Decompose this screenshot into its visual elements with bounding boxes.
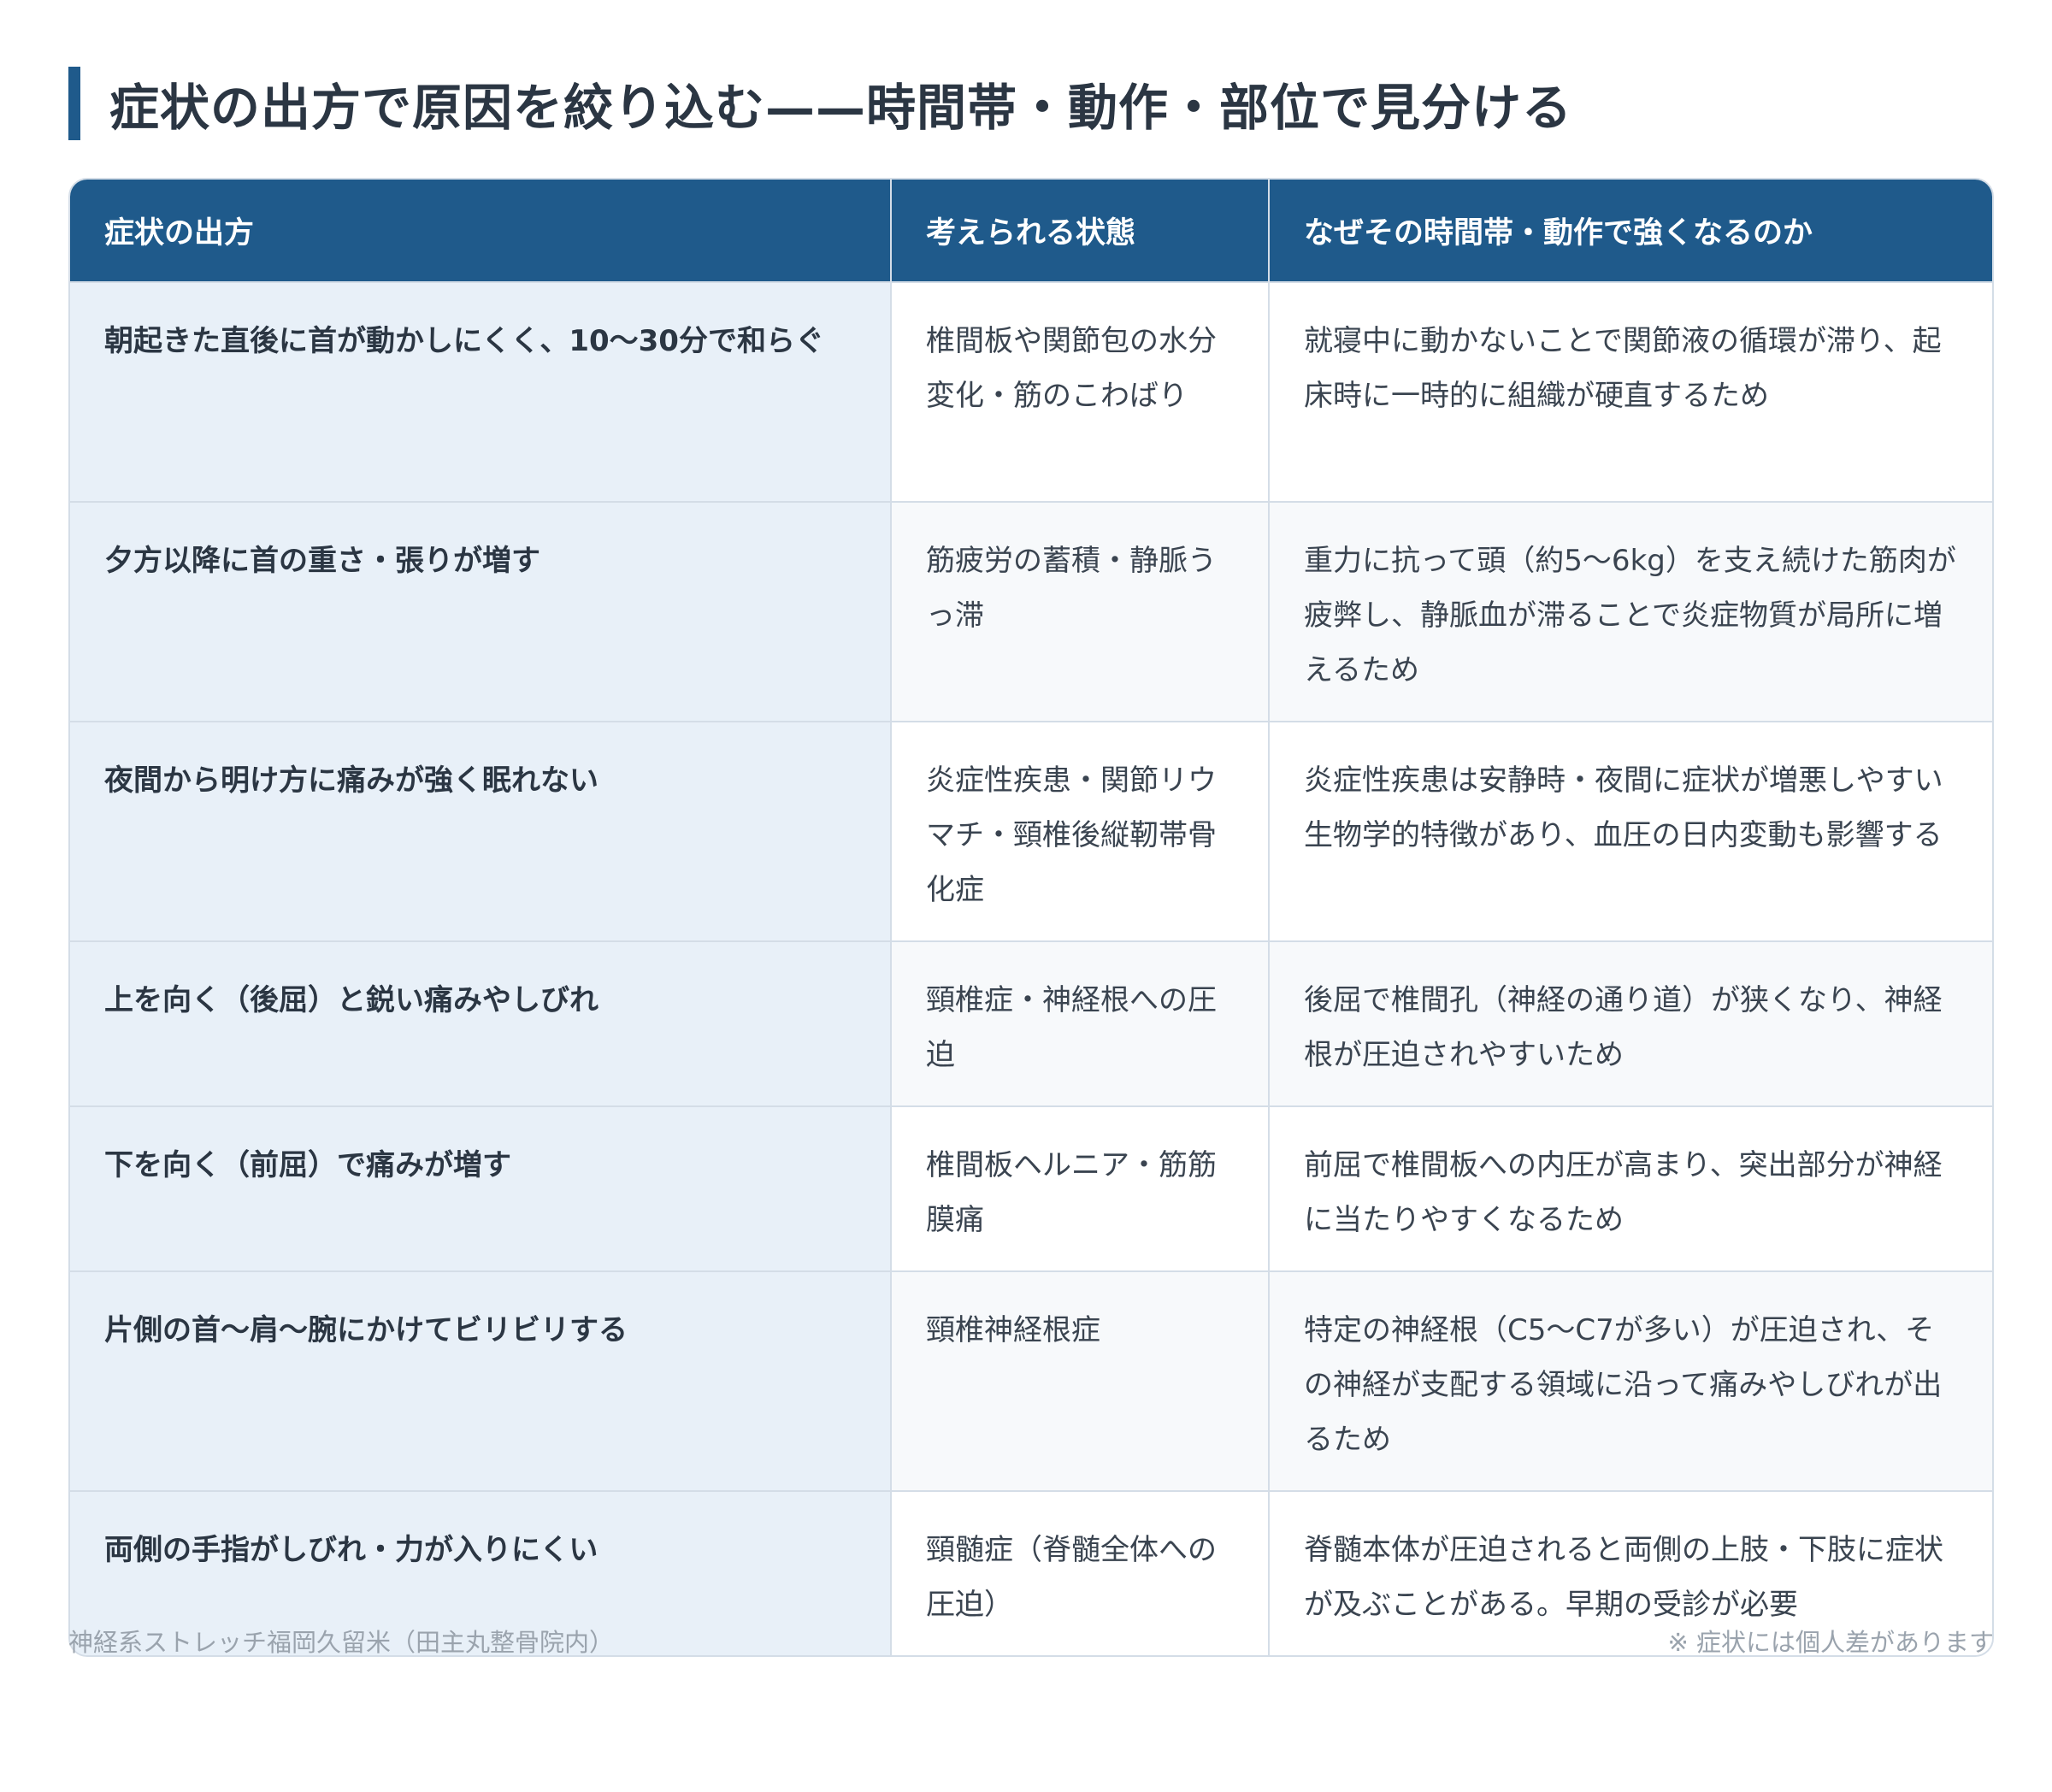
reason-cell: 炎症性疾患は安静時・夜間に症状が増悪しやすい生物学的特徴があり、血圧の日内変動も…: [1268, 721, 1992, 941]
symptom-cell: 上を向く（後屈）と鋭い痛みやしびれ: [70, 940, 891, 1106]
reason-cell: 特定の神経根（C5〜C7が多い）が圧迫され、その神経が支配する領域に沿って痛みや…: [1268, 1270, 1992, 1491]
table-row: 上を向く（後屈）と鋭い痛みやしびれ 頸椎症・神経根への圧迫 後屈で椎間孔（神経の…: [70, 940, 1992, 1106]
condition-cell: 椎間板や関節包の水分変化・筋のこわばり: [890, 281, 1269, 502]
condition-cell: 頸椎神経根症: [890, 1270, 1269, 1491]
footer-note: ※ 症状には個人差があります: [1667, 1628, 1994, 1657]
condition-cell: 筋疲労の蓄積・静脈うっ滞: [890, 501, 1269, 722]
column-header-reason: なぜその時間帯・動作で強くなるのか: [1268, 180, 1992, 282]
column-header-condition: 考えられる状態: [890, 180, 1269, 282]
title-row: 症状の出方で原因を絞り込む——時間帯・動作・部位で見分ける: [68, 67, 1994, 140]
page: 症状の出方で原因を絞り込む——時間帯・動作・部位で見分ける 症状の出方 考えられ…: [68, 67, 1994, 1657]
reason-cell: 重力に抗って頭（約5〜6kg）を支え続けた筋肉が疲弊し、静脈血が滞ることで炎症物…: [1268, 501, 1992, 722]
column-header-symptom: 症状の出方: [70, 180, 891, 282]
footer-source: 神経系ストレッチ福岡久留米（田主丸整骨院内）: [68, 1628, 615, 1657]
table-row: 朝起きた直後に首が動かしにくく、10〜30分で和らぐ 椎間板や関節包の水分変化・…: [70, 281, 1992, 502]
page-title: 症状の出方で原因を絞り込む——時間帯・動作・部位で見分ける: [109, 79, 1573, 137]
table-row: 夕方以降に首の重さ・張りが増す 筋疲労の蓄積・静脈うっ滞 重力に抗って頭（約5〜…: [70, 501, 1992, 722]
reason-cell: 就寝中に動かないことで関節液の循環が滞り、起床時に一時的に組織が硬直するため: [1268, 281, 1992, 502]
table-header-row: 症状の出方 考えられる状態 なぜその時間帯・動作で強くなるのか: [70, 180, 1992, 282]
footer: 神経系ストレッチ福岡久留米（田主丸整骨院内） ※ 症状には個人差があります: [68, 1623, 1994, 1659]
condition-cell: 椎間板ヘルニア・筋筋膜痛: [890, 1105, 1269, 1271]
reason-cell: 前屈で椎間板への内圧が高まり、突出部分が神経に当たりやすくなるため: [1268, 1105, 1992, 1271]
table-row: 片側の首〜肩〜腕にかけてビリビリする 頸椎神経根症 特定の神経根（C5〜C7が多…: [70, 1270, 1992, 1491]
symptom-cell: 朝起きた直後に首が動かしにくく、10〜30分で和らぐ: [70, 281, 891, 502]
symptom-table: 症状の出方 考えられる状態 なぜその時間帯・動作で強くなるのか 朝起きた直後に首…: [68, 178, 1994, 1657]
table-row: 夜間から明け方に痛みが強く眠れない 炎症性疾患・関節リウマチ・頸椎後縦靭帯骨化症…: [70, 721, 1992, 941]
symptom-cell: 夕方以降に首の重さ・張りが増す: [70, 501, 891, 722]
symptom-cell: 片側の首〜肩〜腕にかけてビリビリする: [70, 1270, 891, 1491]
table-row: 下を向く（前屈）で痛みが増す 椎間板ヘルニア・筋筋膜痛 前屈で椎間板への内圧が高…: [70, 1105, 1992, 1271]
reason-cell: 後屈で椎間孔（神経の通り道）が狭くなり、神経根が圧迫されやすいため: [1268, 940, 1992, 1106]
symptom-cell: 夜間から明け方に痛みが強く眠れない: [70, 721, 891, 941]
condition-cell: 頸椎症・神経根への圧迫: [890, 940, 1269, 1106]
title-accent-bar: [68, 67, 80, 140]
symptom-cell: 下を向く（前屈）で痛みが増す: [70, 1105, 891, 1271]
condition-cell: 炎症性疾患・関節リウマチ・頸椎後縦靭帯骨化症: [890, 721, 1269, 941]
